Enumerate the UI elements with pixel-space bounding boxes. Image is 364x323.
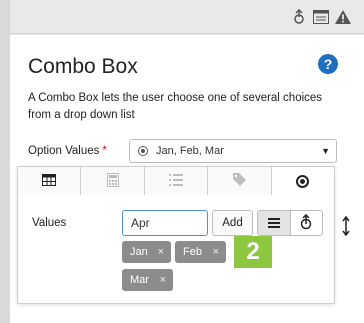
chip-remove-icon[interactable]: × — [213, 246, 219, 258]
list-view-icon[interactable] — [313, 9, 329, 25]
calculator-icon — [106, 172, 119, 190]
tab-table[interactable] — [18, 167, 82, 195]
option-values-selected: Jan, Feb, Mar — [156, 145, 224, 157]
page-title: Combo Box — [28, 55, 138, 78]
list-mode-button[interactable] — [258, 211, 291, 235]
chip-remove-icon[interactable]: × — [160, 274, 166, 286]
top-toolbar — [10, 0, 364, 34]
component-description: A Combo Box lets the user choose one of … — [28, 92, 323, 121]
panel-scrollbar[interactable] — [356, 35, 364, 323]
chip-mar: Mar × — [122, 269, 173, 291]
tag-icon — [232, 173, 246, 189]
chip-remove-icon[interactable]: × — [158, 246, 164, 258]
help-icon[interactable]: ? — [318, 54, 338, 74]
step-number-badge: 2 — [234, 236, 272, 268]
chip-jan: Jan × — [122, 241, 171, 263]
caret-down-icon: ▼ — [321, 146, 330, 156]
pin-mode-button[interactable] — [291, 211, 323, 235]
option-values-dropdown[interactable]: Jan, Feb, Mar ▼ — [129, 139, 337, 163]
tab-tag[interactable] — [208, 167, 272, 195]
option-values-label-text: Option Values — [28, 145, 100, 157]
add-button[interactable]: Add — [212, 210, 253, 236]
values-label: Values — [32, 217, 67, 229]
chip-label: Mar — [130, 274, 149, 286]
tab-radio[interactable] — [271, 167, 335, 195]
option-values-label: Option Values * — [28, 145, 107, 157]
chip-feb: Feb × — [175, 241, 226, 263]
chip-label: Jan — [130, 246, 148, 258]
list-icon — [169, 173, 184, 189]
option-values-popup: Values Add Jan × Feb × Mar × — [17, 166, 335, 304]
hamburger-icon — [267, 216, 280, 231]
table-icon — [42, 173, 57, 189]
popup-tab-bar — [18, 167, 335, 195]
chip-label: Feb — [183, 246, 202, 258]
radio-target-icon — [296, 174, 310, 188]
pin-icon — [300, 213, 312, 233]
left-edge-strip — [0, 0, 10, 323]
display-mode-toggle — [257, 210, 323, 236]
vertical-resize-icon[interactable] — [340, 216, 352, 236]
warning-icon[interactable] — [335, 9, 351, 25]
pin-icon[interactable] — [291, 9, 307, 25]
tab-calculator[interactable] — [81, 167, 145, 195]
new-value-input[interactable] — [122, 210, 208, 236]
tab-list[interactable] — [144, 167, 209, 195]
required-marker: * — [102, 145, 107, 157]
radio-icon — [138, 146, 148, 156]
